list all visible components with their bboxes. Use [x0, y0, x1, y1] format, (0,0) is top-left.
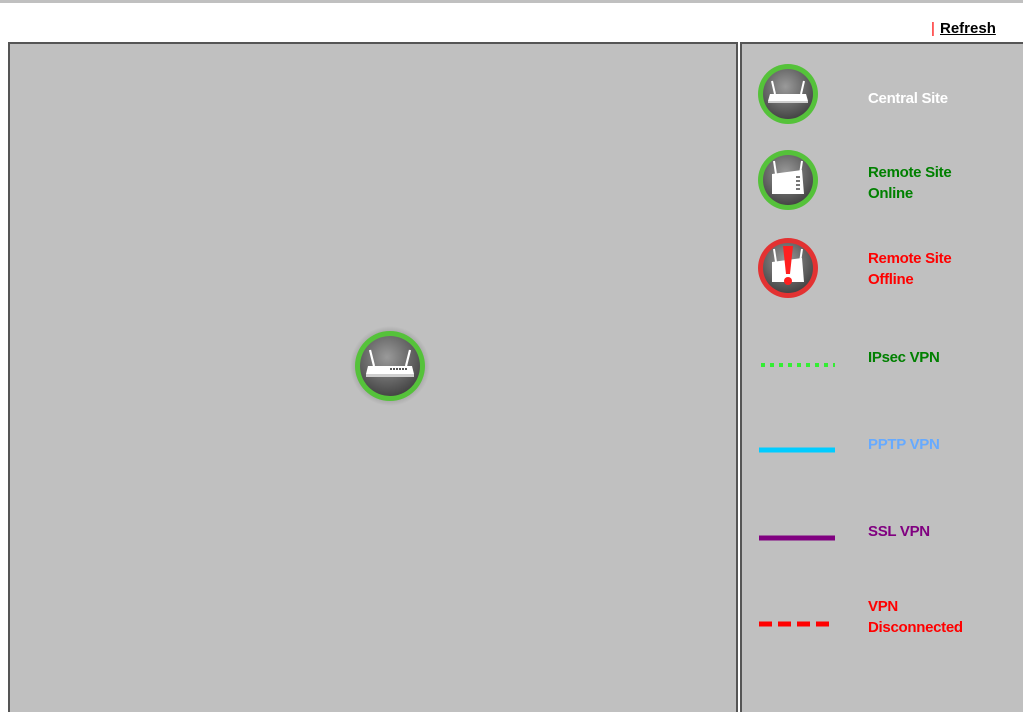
- central-site-legend-icon: [756, 62, 820, 126]
- legend-disconnected-label: VPN Disconnected: [868, 596, 963, 638]
- legend-remote-offline-label: Remote Site Offline: [868, 248, 952, 290]
- legend-disconnected-line2: Disconnected: [868, 619, 963, 636]
- vpn-disconnected-line-icon: [759, 621, 835, 627]
- top-divider: [0, 0, 1023, 3]
- remote-router-icon: [758, 150, 818, 210]
- legend-disconnected-line1: VPN: [868, 598, 898, 615]
- central-site-node[interactable]: [350, 326, 430, 406]
- legend-remote-offline-line2: Offline: [868, 271, 914, 288]
- router-icon: [758, 64, 818, 124]
- remote-offline-legend-icon: [756, 236, 820, 300]
- legend-remote-online-line1: Remote Site: [868, 164, 952, 181]
- legend-ipsec-label: IPsec VPN: [868, 349, 940, 366]
- legend-remote-offline-line1: Remote Site: [868, 250, 952, 267]
- router-icon: [350, 326, 430, 406]
- legend-pptp-label: PPTP VPN: [868, 436, 940, 453]
- vpn-topology-map[interactable]: [8, 42, 738, 712]
- ipsec-vpn-line-icon: [761, 363, 835, 367]
- remote-router-alert-icon: [758, 238, 818, 298]
- legend-panel: Central Site Remote Site Online Remote S…: [740, 42, 1023, 712]
- legend-remote-online-label: Remote Site Online: [868, 162, 952, 204]
- ssl-vpn-line-icon: [759, 535, 835, 541]
- pptp-vpn-line-icon: [759, 447, 835, 453]
- toolbar-separator: |: [931, 20, 935, 37]
- legend-central-site-label: Central Site: [868, 90, 948, 107]
- refresh-link[interactable]: Refresh: [940, 20, 996, 37]
- remote-online-legend-icon: [756, 148, 820, 212]
- legend-remote-online-line2: Online: [868, 185, 913, 202]
- legend-ssl-label: SSL VPN: [868, 523, 930, 540]
- toolbar: | Refresh: [0, 14, 1023, 38]
